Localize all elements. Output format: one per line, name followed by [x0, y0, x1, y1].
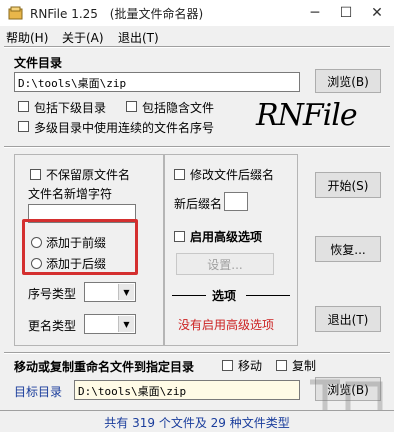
- chevron-down-icon: ▼: [118, 316, 134, 332]
- multi-dir-sequence-label: 多级目录中使用连续的文件名序号: [34, 121, 215, 135]
- move-label: 移动: [238, 359, 263, 373]
- modify-ext-checkbox[interactable]: [174, 169, 185, 180]
- multi-dir-sequence-checkbox[interactable]: [18, 121, 29, 132]
- rnfile-logo: RNFile: [256, 98, 358, 133]
- divider: [4, 46, 390, 48]
- restore-button[interactable]: 恢复...: [315, 236, 381, 262]
- sequence-type-select[interactable]: ▼: [84, 282, 136, 302]
- menu-about[interactable]: 关于(A): [62, 29, 104, 46]
- maximize-button[interactable]: ☐: [331, 0, 361, 26]
- add-suffix-label: 添加于后缀: [46, 257, 107, 271]
- target-dir-label: 目标目录: [14, 385, 63, 399]
- menu-bar: 帮助(H) 关于(A) 退出(T): [0, 26, 394, 46]
- rename-type-label: 更名类型: [28, 319, 77, 333]
- exit-button[interactable]: 退出(T): [315, 306, 381, 332]
- start-button[interactable]: 开始(S): [315, 172, 381, 198]
- title-bar: RNFile 1.25 (批量文件命名器) ─ ☐ ✕: [0, 0, 394, 26]
- target-dir-input[interactable]: D:\tools\桌面\zip: [74, 380, 300, 400]
- options-label: 选项: [212, 289, 237, 303]
- advanced-status-text: 没有启用高级选项: [178, 318, 275, 332]
- new-ext-label: 新后缀名: [174, 197, 223, 211]
- include-subdirs-label: 包括下级目录: [34, 101, 107, 115]
- window-title-name: RNFile 1.25: [30, 7, 98, 21]
- include-hidden-label: 包括隐含文件: [142, 101, 215, 115]
- move-copy-section-label: 移动或复制重命名文件到指定目录: [14, 360, 195, 374]
- window-title: RNFile 1.25 (批量文件命名器): [30, 5, 203, 22]
- new-chars-label: 文件名新增字符: [28, 187, 113, 201]
- enable-advanced-label: 启用高级选项: [190, 230, 263, 244]
- minimize-button[interactable]: ─: [300, 0, 330, 26]
- menu-help[interactable]: 帮助(H): [6, 29, 48, 46]
- menu-exit[interactable]: 退出(T): [118, 29, 159, 46]
- app-icon: [8, 5, 24, 21]
- status-bar: 共有 319 个文件及 29 种文件类型: [0, 410, 394, 432]
- copy-checkbox[interactable]: [276, 360, 287, 371]
- add-prefix-radio[interactable]: [31, 237, 42, 248]
- divider: [172, 295, 206, 296]
- browse-folder-button[interactable]: 浏览(B): [315, 69, 381, 93]
- modify-ext-label: 修改文件后缀名: [190, 168, 275, 182]
- move-checkbox[interactable]: [222, 360, 233, 371]
- include-hidden-checkbox[interactable]: [126, 101, 137, 112]
- settings-button[interactable]: 设置...: [176, 253, 274, 275]
- folder-section-label: 文件目录: [14, 56, 63, 70]
- divider: [246, 295, 290, 296]
- chevron-down-icon: ▼: [118, 284, 134, 300]
- close-button[interactable]: ✕: [362, 0, 392, 26]
- include-subdirs-checkbox[interactable]: [18, 101, 29, 112]
- sequence-type-label: 序号类型: [28, 287, 77, 301]
- keep-original-name-label: 不保留原文件名: [46, 168, 131, 182]
- keep-original-name-checkbox[interactable]: [30, 169, 41, 180]
- new-ext-input[interactable]: [224, 192, 248, 211]
- window-subtitle: (批量文件命名器): [109, 7, 204, 21]
- add-prefix-label: 添加于前缀: [46, 236, 107, 250]
- enable-advanced-checkbox[interactable]: [174, 231, 185, 242]
- add-suffix-radio[interactable]: [31, 258, 42, 269]
- divider: [4, 146, 390, 148]
- rename-type-select[interactable]: ▼: [84, 314, 136, 334]
- folder-path-input[interactable]: D:\tools\桌面\zip: [14, 72, 300, 92]
- status-text: 共有 319 个文件及 29 种文件类型: [104, 416, 290, 430]
- divider: [4, 352, 390, 354]
